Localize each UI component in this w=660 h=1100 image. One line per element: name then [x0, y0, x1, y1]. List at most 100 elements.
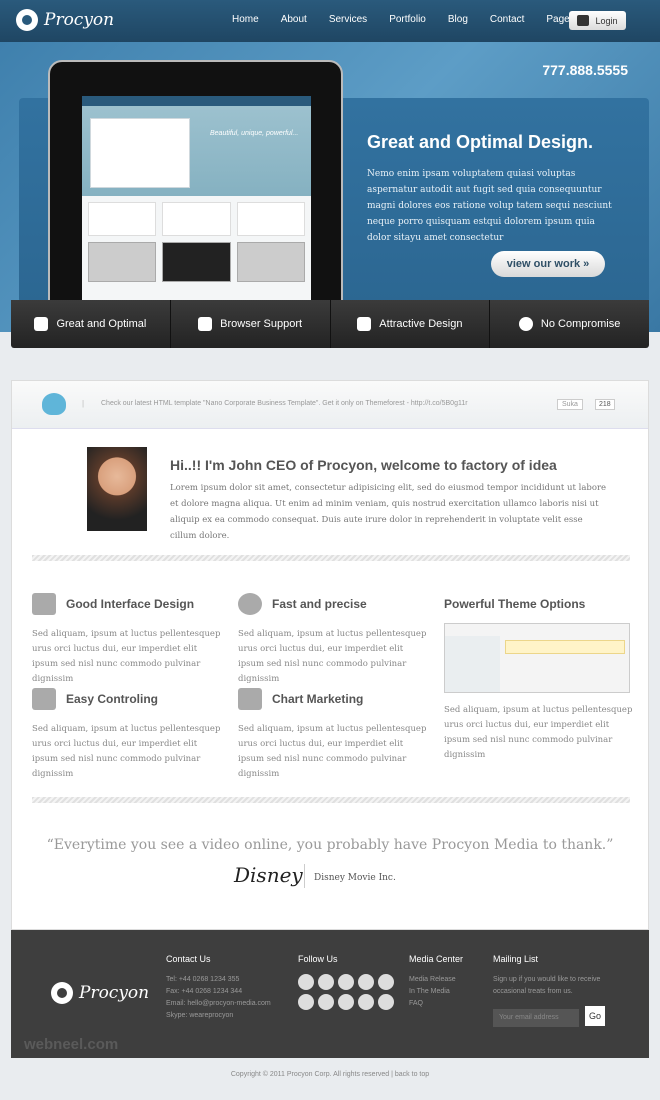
tablet-mockup: Beautiful, unique, powerful... [48, 60, 343, 318]
divider [32, 797, 630, 803]
linkedin-icon[interactable] [318, 994, 334, 1010]
tweet-text[interactable]: Check our latest HTML template "Nano Cor… [101, 400, 468, 407]
alarm-clock-icon [238, 593, 262, 615]
facebook-icon[interactable] [298, 974, 314, 990]
email-input[interactable]: Your email address [493, 1009, 579, 1027]
theme-options-screenshot [444, 623, 630, 693]
flickr-icon[interactable] [378, 974, 394, 990]
testimonial-company: Disney Movie Inc. [314, 873, 396, 883]
contact-fax: Fax: +44 0268 1234 344 [166, 988, 243, 995]
nav-blog[interactable]: Blog [448, 14, 468, 25]
nav-about[interactable]: About [281, 14, 307, 25]
tablet-screen: Beautiful, unique, powerful... [82, 96, 311, 301]
features-bar: Great and Optimal Browser Support Attrac… [11, 300, 649, 348]
nav-portfolio[interactable]: Portfolio [389, 14, 426, 25]
screen-image [88, 242, 157, 282]
screen-image [236, 242, 305, 282]
footer-contact: Contact Us Tel: +44 0268 1234 355 Fax: +… [166, 954, 271, 1022]
screen-box [162, 202, 231, 236]
nav-services[interactable]: Services [329, 14, 367, 25]
faq-link[interactable]: FAQ [409, 998, 463, 1010]
feature-tab-label: Attractive Design [379, 318, 463, 330]
feature-text: Sed aliquam, ipsum at luctus pellentesqu… [32, 629, 221, 684]
social-icons [298, 974, 394, 1010]
divider [32, 555, 630, 561]
login-button[interactable]: Login [569, 11, 626, 30]
contact-heading: Contact Us [166, 954, 211, 964]
testimonial-quote: “Everytime you see a video online, you p… [46, 837, 614, 853]
monitor-icon [32, 593, 56, 615]
tweet-bar: | Check our latest HTML template "Nano C… [12, 381, 648, 429]
feature-tab-attractive-design[interactable]: Attractive Design [331, 300, 491, 348]
in-the-media-link[interactable]: In The Media [409, 986, 463, 998]
feature-title: Good Interface Design [66, 597, 195, 611]
testimonial-separator [304, 864, 305, 888]
ceo-avatar [87, 447, 147, 531]
theme-options-title: Powerful Theme Options [444, 597, 586, 611]
feature-fast-precise: Fast and precise Sed aliquam, ipsum at l… [238, 593, 428, 687]
feature-tab-no-compromise[interactable]: No Compromise [490, 300, 649, 348]
theme-options-text: Sed aliquam, ipsum at luctus pellentesqu… [444, 705, 633, 760]
tweet-separator: | [82, 399, 85, 408]
twitter-icon[interactable] [318, 974, 334, 990]
go-button[interactable]: Go [585, 1006, 605, 1026]
feature-good-interface: Good Interface Design Sed aliquam, ipsum… [32, 593, 222, 687]
user-icon [577, 15, 590, 26]
logo[interactable]: Procyon [16, 9, 114, 31]
main-content: | Check our latest HTML template "Nano C… [11, 380, 649, 930]
login-label: Login [595, 15, 618, 26]
screen-nav [82, 96, 311, 106]
rss-icon[interactable] [298, 994, 314, 1010]
skype-icon[interactable] [358, 994, 374, 1010]
gear-icon [34, 317, 49, 331]
phone-number: 777.888.5555 [542, 62, 628, 78]
logo-mark-icon [16, 9, 38, 31]
feature-chart-marketing: Chart Marketing Sed aliquam, ipsum at lu… [238, 688, 428, 782]
envelope-icon [198, 317, 213, 331]
top-navbar: Procyon Home About Services Portfolio Bl… [0, 0, 660, 42]
youtube-icon[interactable] [378, 994, 394, 1010]
feature-tab-label: Great and Optimal [56, 318, 147, 330]
screen-box [236, 202, 305, 236]
lastfm-icon[interactable] [358, 974, 374, 990]
footer-mailing: Mailing List Sign up if you would like t… [493, 954, 623, 1027]
screenshot-sidebar [445, 636, 500, 692]
footer-media: Media Center Media Release In The Media … [409, 954, 463, 1010]
main-menu: Home About Services Portfolio Blog Conta… [232, 14, 597, 25]
nav-contact[interactable]: Contact [490, 14, 524, 25]
feature-tab-label: Browser Support [220, 318, 303, 330]
media-release-link[interactable]: Media Release [409, 974, 463, 986]
laptop-icon [238, 688, 262, 710]
hero-text: Nemo enim ipsam voluptatem quiasi volupt… [367, 169, 612, 243]
disney-logo: Disney [234, 863, 303, 887]
nav-home[interactable]: Home [232, 14, 259, 25]
view-our-work-button[interactable]: view our work » [491, 251, 605, 277]
logo-mark-icon [51, 982, 73, 1004]
like-count: 218 [595, 399, 615, 410]
copyright: Copyright © 2011 Procyon Corp. All right… [230, 1071, 430, 1078]
screen-boxes [82, 196, 311, 242]
feature-text: Sed aliquam, ipsum at luctus pellentesqu… [32, 724, 221, 779]
like-button[interactable]: Suka [557, 399, 583, 410]
screen-images [82, 242, 311, 282]
hero-title: Great and Optimal Design. [367, 132, 594, 152]
globe-icon [518, 317, 533, 331]
feature-title: Chart Marketing [272, 692, 364, 706]
intro-text: Lorem ipsum dolor sit amet, consectetur … [170, 483, 607, 541]
feature-tab-browser-support[interactable]: Browser Support [171, 300, 331, 348]
screen-tagline: Beautiful, unique, powerful... [210, 130, 299, 137]
mailing-heading: Mailing List [493, 954, 539, 964]
wordpress-icon[interactable] [338, 994, 354, 1010]
logo-text: Procyon [44, 10, 115, 30]
contact-skype: Skype: weareprocyon [166, 1012, 234, 1019]
feature-tab-great-and-optimal[interactable]: Great and Optimal [11, 300, 171, 348]
feature-title: Fast and precise [272, 597, 367, 611]
screen-preview [90, 118, 190, 188]
dribbble-icon[interactable] [338, 974, 354, 990]
screen-header: Beautiful, unique, powerful... [82, 96, 311, 196]
feature-tab-label: No Compromise [540, 318, 621, 330]
footer-logo[interactable]: Procyon [51, 982, 149, 1004]
contact-email[interactable]: Email: hello@procyon-media.com [166, 998, 271, 1010]
twitter-bird-icon [42, 393, 66, 415]
contact-tel: Tel: +44 0268 1234 355 [166, 976, 240, 983]
